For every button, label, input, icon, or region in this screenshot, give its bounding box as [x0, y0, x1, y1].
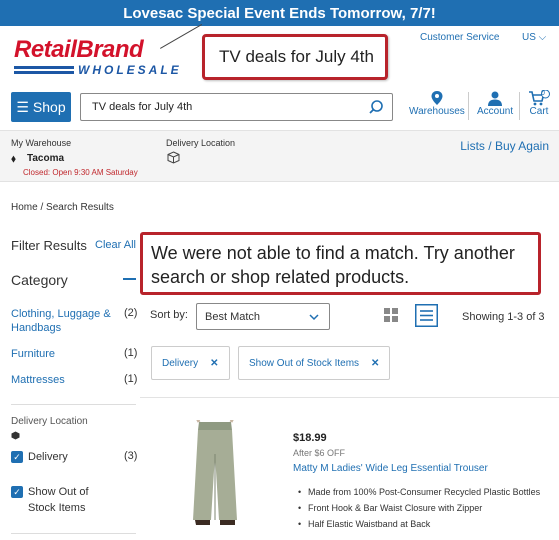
cart-icon — [529, 90, 550, 106]
cart-label: Cart — [529, 106, 549, 117]
results-count: Showing 1-3 of 3 — [462, 311, 545, 323]
filter-chip-out-of-stock[interactable]: Show Out of Stock Items ✕ — [238, 346, 391, 380]
buy-again-link[interactable]: Buy Again — [495, 139, 549, 153]
warehouse-hours: Closed: Open 9:30 AM Saturday — [23, 168, 138, 177]
delivery-location-label: Delivery Location — [166, 138, 236, 148]
logo-stripe — [14, 71, 74, 74]
category-mattresses[interactable]: Mattresses — [11, 373, 111, 387]
filter-divider — [11, 404, 136, 405]
category-heading[interactable]: Category — [11, 272, 68, 288]
filter-divider — [11, 533, 136, 534]
chip-label: Show Out of Stock Items — [249, 357, 360, 369]
sort-value: Best Match — [205, 310, 261, 323]
checkmark-icon: ✓ — [13, 451, 21, 462]
warehouses-link[interactable]: Warehouses — [409, 90, 465, 117]
location-bar: My Warehouse ⬧ Tacoma Closed: Open 9:30 … — [0, 130, 559, 182]
logo-text: RetailBrand — [14, 36, 144, 63]
delivery-location-filter-label: Delivery Location — [11, 416, 88, 427]
account-label: Account — [477, 106, 514, 117]
lists-links: Lists / Buy Again — [460, 139, 549, 153]
feature-item: Made from 100% Post-Consumer Recycled Pl… — [298, 486, 542, 499]
brand-logo[interactable]: RetailBrand WHOLESALE — [14, 36, 179, 78]
category-count: (1) — [124, 373, 138, 385]
sort-select[interactable]: Best Match — [196, 303, 330, 330]
delivery-checkbox[interactable]: ✓ — [11, 451, 23, 463]
search-value: TV deals for July 4th — [92, 101, 193, 113]
breadcrumb: Home / Search Results — [11, 202, 114, 213]
no-match-annotation: We were not able to find a match. Try an… — [140, 232, 541, 295]
breadcrumb-home[interactable]: Home — [11, 202, 38, 213]
warehouse-label: My Warehouse — [11, 138, 72, 148]
category-clothing-luggage-handbags[interactable]: Clothing, Luggage & Handbags — [11, 307, 111, 335]
box-icon — [11, 431, 20, 440]
grid-view-icon[interactable] — [384, 308, 398, 322]
hamburger-icon: ☰ — [16, 98, 29, 115]
cart-link[interactable]: 0 Cart — [528, 90, 550, 117]
close-icon[interactable]: ✕ — [210, 358, 218, 369]
product-price: $18.99 — [293, 432, 327, 444]
cart-count: 0 — [541, 90, 545, 97]
collapse-icon[interactable] — [123, 278, 136, 280]
category-count: (1) — [124, 347, 138, 359]
delivery-filter-label: Delivery — [28, 451, 68, 463]
box-icon[interactable] — [167, 151, 180, 164]
search-input[interactable]: TV deals for July 4th — [80, 93, 393, 121]
logo-subtext: WHOLESALE — [78, 63, 182, 77]
search-query-annotation-text: TV deals for July 4th — [219, 47, 374, 66]
customer-service-link[interactable]: Customer Service — [420, 32, 499, 43]
product-name-link[interactable]: Matty M Ladies' Wide Leg Essential Trous… — [293, 463, 488, 474]
location-pin-icon: ⬧ — [11, 153, 16, 165]
chip-label: Delivery — [162, 357, 199, 369]
product-discount: After $6 OFF — [293, 448, 346, 458]
account-icon — [488, 91, 503, 106]
delivery-filter-count: (3) — [124, 450, 138, 462]
feature-item: Half Elastic Waistband at Back — [298, 518, 542, 531]
close-icon[interactable]: ✕ — [371, 358, 379, 369]
filter-results-heading: Filter Results — [11, 238, 87, 253]
logo-stripe — [14, 66, 74, 69]
warehouses-label: Warehouses — [409, 106, 465, 117]
lists-link[interactable]: Lists — [460, 139, 485, 153]
feature-item: Front Hook & Bar Waist Closure with Zipp… — [298, 502, 542, 515]
category-furniture[interactable]: Furniture — [11, 347, 111, 361]
nav-divider — [468, 92, 469, 120]
location-pin-icon — [431, 91, 443, 105]
promo-banner[interactable]: Lovesac Special Event Ends Tomorrow, 7/7… — [0, 0, 559, 26]
nav-divider — [519, 92, 520, 120]
chevron-down-icon — [309, 314, 319, 321]
language-selector[interactable]: US ⌵ — [522, 32, 546, 43]
list-view-icon[interactable] — [415, 304, 438, 327]
language-label: US — [522, 32, 536, 43]
breadcrumb-current: Search Results — [46, 202, 114, 213]
clear-all-link[interactable]: Clear All — [95, 239, 136, 251]
product-image[interactable] — [185, 420, 245, 528]
breadcrumb-separator: / — [40, 202, 44, 213]
warehouse-name[interactable]: Tacoma — [27, 153, 64, 164]
category-count: (2) — [124, 307, 138, 319]
sort-label: Sort by: — [150, 309, 188, 321]
filter-chip-delivery[interactable]: Delivery ✕ — [151, 346, 230, 380]
out-of-stock-checkbox[interactable]: ✓ — [11, 486, 23, 498]
shop-menu-button[interactable]: ☰ Shop — [11, 92, 71, 122]
out-of-stock-filter-label: Show Out of Stock Items — [28, 486, 89, 514]
account-link[interactable]: Account — [477, 90, 513, 117]
no-match-annotation-text: We were not able to find a match. Try an… — [151, 243, 515, 287]
chevron-down-icon: ⌵ — [535, 32, 547, 43]
product-features: Made from 100% Post-Consumer Recycled Pl… — [298, 486, 542, 534]
lists-separator: / — [488, 139, 492, 153]
search-icon[interactable] — [368, 99, 384, 115]
search-query-annotation: TV deals for July 4th — [202, 34, 388, 80]
promo-text: Lovesac Special Event Ends Tomorrow, 7/7… — [123, 4, 436, 22]
checkmark-icon: ✓ — [13, 486, 21, 497]
shop-label: Shop — [32, 99, 66, 115]
